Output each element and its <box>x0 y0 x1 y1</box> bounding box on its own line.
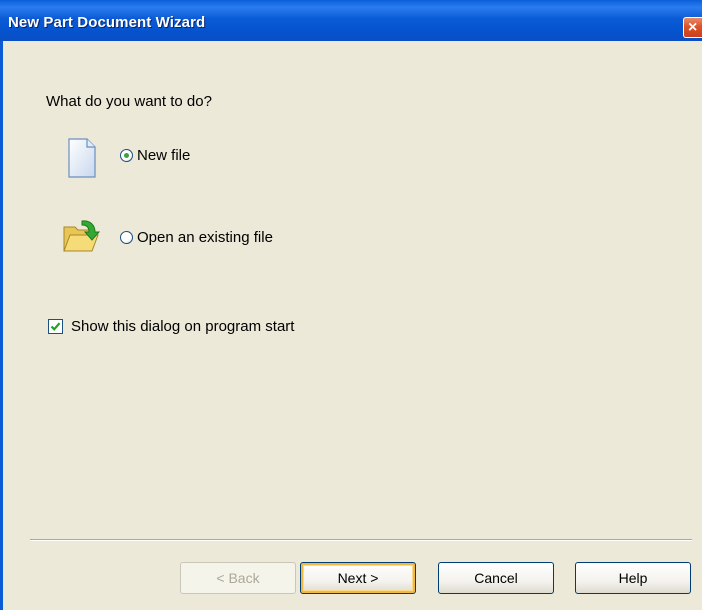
show-on-start-label: Show this dialog on program start <box>71 318 295 335</box>
window-title: New Part Document Wizard <box>8 14 206 31</box>
wizard-dialog: New Part Document Wizard × What do you w… <box>0 0 702 610</box>
open-folder-icon <box>63 220 101 252</box>
show-on-start-checkbox[interactable] <box>48 319 63 334</box>
open-file-label: Open an existing file <box>137 229 273 246</box>
show-on-start-option[interactable]: Show this dialog on program start <box>48 318 294 335</box>
new-document-icon <box>68 138 96 178</box>
next-button[interactable]: Next > <box>300 562 416 594</box>
prompt-label: What do you want to do? <box>46 93 212 110</box>
new-file-radio[interactable] <box>120 149 133 162</box>
checkmark-icon <box>50 322 61 331</box>
close-button[interactable]: × <box>683 17 702 38</box>
open-file-option[interactable]: Open an existing file <box>120 229 273 246</box>
back-button[interactable]: < Back <box>180 562 296 594</box>
help-button[interactable]: Help <box>575 562 691 594</box>
new-file-option[interactable]: New file <box>120 147 190 164</box>
button-divider <box>30 539 692 541</box>
title-bar[interactable]: New Part Document Wizard × <box>0 0 702 41</box>
cancel-button[interactable]: Cancel <box>438 562 554 594</box>
close-icon: × <box>688 19 698 36</box>
open-file-radio[interactable] <box>120 231 133 244</box>
new-file-label: New file <box>137 147 191 164</box>
